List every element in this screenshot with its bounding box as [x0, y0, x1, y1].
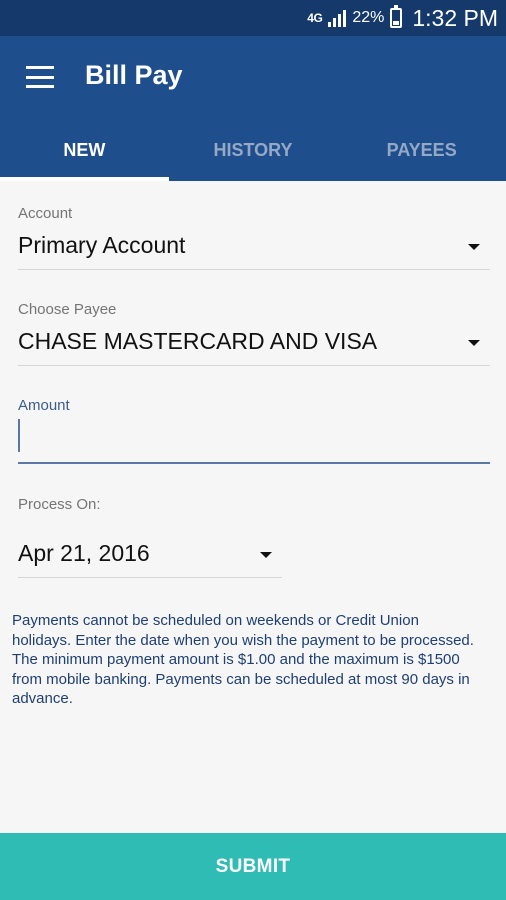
tab-new[interactable]: NEW [0, 120, 169, 181]
amount-label: Amount [18, 397, 70, 414]
battery-icon [390, 5, 403, 28]
text-cursor [18, 419, 20, 452]
payee-label: Choose Payee [18, 301, 117, 318]
status-bar: 4G 22% 1:32 PM [0, 0, 506, 36]
tab-history[interactable]: HISTORY [169, 120, 338, 181]
tab-bar: NEW HISTORY PAYEES [0, 120, 506, 181]
dropdown-caret-icon [468, 244, 480, 250]
clock: 1:32 PM [412, 4, 498, 31]
status-icons: 4G 22% 1:32 PM [307, 0, 498, 36]
dropdown-caret-icon [468, 340, 480, 346]
network-type: 4G [307, 11, 323, 25]
amount-input[interactable] [18, 418, 490, 464]
process-date-value: Apr 21, 2016 [18, 540, 150, 566]
payment-info-text: Payments cannot be scheduled on weekends… [12, 612, 474, 707]
date-picker[interactable]: Apr 21, 2016 [18, 534, 282, 578]
account-label: Account [18, 205, 73, 222]
dropdown-caret-icon [260, 552, 272, 558]
signal-icon [328, 9, 347, 27]
page-title: Bill Pay [85, 60, 183, 90]
account-select[interactable]: Primary Account [18, 226, 490, 270]
process-on-label: Process On: [18, 496, 101, 513]
payee-value: CHASE MASTERCARD AND VISA [18, 328, 378, 354]
payee-select[interactable]: CHASE MASTERCARD AND VISA [18, 322, 490, 366]
hamburger-menu-icon[interactable] [26, 66, 54, 88]
app-bar: Bill Pay [0, 36, 506, 120]
account-value: Primary Account [18, 232, 186, 258]
submit-button[interactable]: SUBMIT [0, 833, 506, 900]
battery-percent: 22% [352, 9, 385, 26]
tab-payees[interactable]: PAYEES [337, 120, 506, 181]
